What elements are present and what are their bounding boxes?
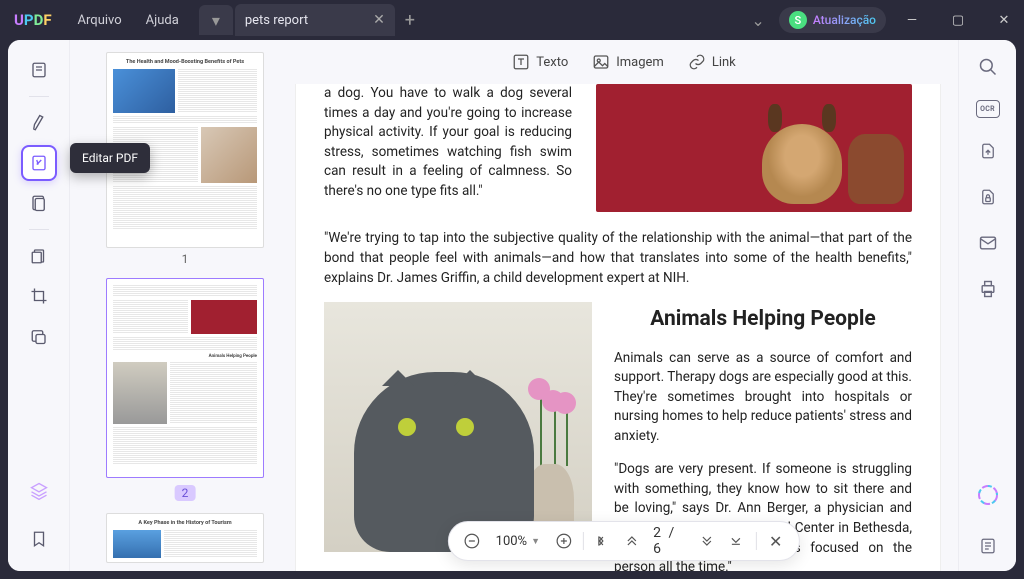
first-page-button[interactable]	[594, 530, 613, 552]
menu-help[interactable]: Ajuda	[134, 13, 191, 28]
comment-tool[interactable]	[21, 105, 57, 141]
document-page[interactable]: a dog. You have to walk a dog several ti…	[296, 84, 940, 571]
page-viewport[interactable]: a dog. You have to walk a dog several ti…	[290, 84, 958, 571]
thumb-heading: Animals Helping People	[113, 354, 257, 359]
zoom-out-button[interactable]	[463, 530, 482, 552]
close-button[interactable]: ✕	[984, 4, 1024, 36]
maximize-button[interactable]: ▢	[938, 4, 978, 36]
titlebar: UPDF Arquivo Ajuda ▾ pets report ✕ + ⌄ S…	[0, 0, 1024, 40]
edit-text-button[interactable]: Texto	[512, 53, 568, 71]
share-button[interactable]	[975, 230, 1001, 256]
close-nav-button[interactable]: ✕	[766, 530, 785, 552]
page-tool[interactable]	[21, 185, 57, 221]
page-indicator[interactable]: 2 / 6	[651, 525, 688, 557]
print-button[interactable]	[975, 276, 1001, 302]
left-tool-rail	[8, 40, 70, 571]
page-navigation-bar: 100%▼ 2 / 6 ✕	[448, 521, 800, 561]
redact-tool[interactable]	[21, 318, 57, 354]
user-badge: S	[789, 11, 807, 29]
edit-link-button[interactable]: Link	[688, 53, 736, 71]
toolbar-image-label: Imagem	[616, 55, 664, 70]
tabs-overflow-icon[interactable]: ⌄	[743, 11, 772, 30]
app-logo: UPDF	[0, 11, 66, 29]
tab-menu-button[interactable]: ▾	[199, 5, 233, 35]
thumb-number-2: 2	[175, 485, 196, 501]
thumb-title: A Key Phase in the History of Tourism	[113, 520, 257, 527]
zoom-dropdown[interactable]: 100%▼	[492, 534, 544, 549]
link-icon	[688, 53, 706, 71]
thumbnail-page-3[interactable]: A Key Phase in the History of Tourism	[106, 513, 264, 563]
form-button[interactable]	[975, 533, 1001, 559]
tooltip-edit-pdf: Editar PDF	[70, 143, 150, 173]
toolbar-text-label: Texto	[536, 55, 568, 70]
last-page-button[interactable]	[727, 530, 746, 552]
thumbnail-page-2[interactable]: Animals Helping People	[106, 278, 264, 478]
menu-file[interactable]: Arquivo	[66, 13, 134, 28]
body-text: a dog. You have to walk a dog several ti…	[324, 84, 572, 201]
protect-button[interactable]	[975, 184, 1001, 210]
edit-toolbar: Texto Imagem Link	[290, 40, 958, 84]
body-text: Animals can serve as a source of comfort…	[614, 349, 912, 447]
organize-tool[interactable]	[21, 238, 57, 274]
minimize-button[interactable]: ―	[892, 4, 932, 36]
thumb-number-1: 1	[106, 252, 264, 266]
tab-group: ▾ pets report ✕ +	[199, 0, 425, 40]
layers-button[interactable]	[21, 473, 57, 509]
right-tool-rail: OCR	[958, 40, 1016, 571]
workspace: Editar PDF The Health and Mood-Boosting …	[8, 40, 1016, 571]
document-area: Texto Imagem Link a dog. You have to wal…	[290, 40, 958, 571]
tab-close-icon[interactable]: ✕	[373, 12, 385, 28]
document-image-dogs	[596, 84, 912, 212]
edit-pdf-tool[interactable]	[21, 145, 57, 181]
rail-separator	[29, 96, 49, 97]
text-icon	[512, 53, 530, 71]
export-button[interactable]	[975, 138, 1001, 164]
zoom-in-button[interactable]	[554, 530, 573, 552]
rail-separator	[29, 229, 49, 230]
tab-add-button[interactable]: +	[395, 10, 425, 31]
body-text: "We're trying to tap into the subjective…	[324, 229, 912, 288]
next-page-button[interactable]	[698, 530, 717, 552]
reader-tool[interactable]	[21, 52, 57, 88]
upgrade-button[interactable]: S Atualização	[779, 7, 886, 33]
toolbar-link-label: Link	[712, 55, 736, 70]
tab-title: pets report	[245, 13, 308, 28]
section-heading: Animals Helping People	[614, 304, 912, 334]
upgrade-label: Atualização	[813, 13, 876, 27]
thumbnail-panel[interactable]: The Health and Mood-Boosting Benefits of…	[70, 40, 290, 571]
document-image-cat	[324, 302, 592, 552]
thumb-title: The Health and Mood-Boosting Benefits of…	[113, 59, 257, 66]
bookmark-button[interactable]	[21, 521, 57, 557]
ai-assistant-button[interactable]	[974, 481, 1002, 509]
prev-page-button[interactable]	[622, 530, 641, 552]
ocr-button[interactable]: OCR	[976, 100, 1000, 118]
search-button[interactable]	[975, 54, 1001, 80]
edit-image-button[interactable]: Imagem	[592, 53, 664, 71]
document-tab[interactable]: pets report ✕	[235, 4, 395, 36]
crop-tool[interactable]	[21, 278, 57, 314]
image-icon	[592, 53, 610, 71]
